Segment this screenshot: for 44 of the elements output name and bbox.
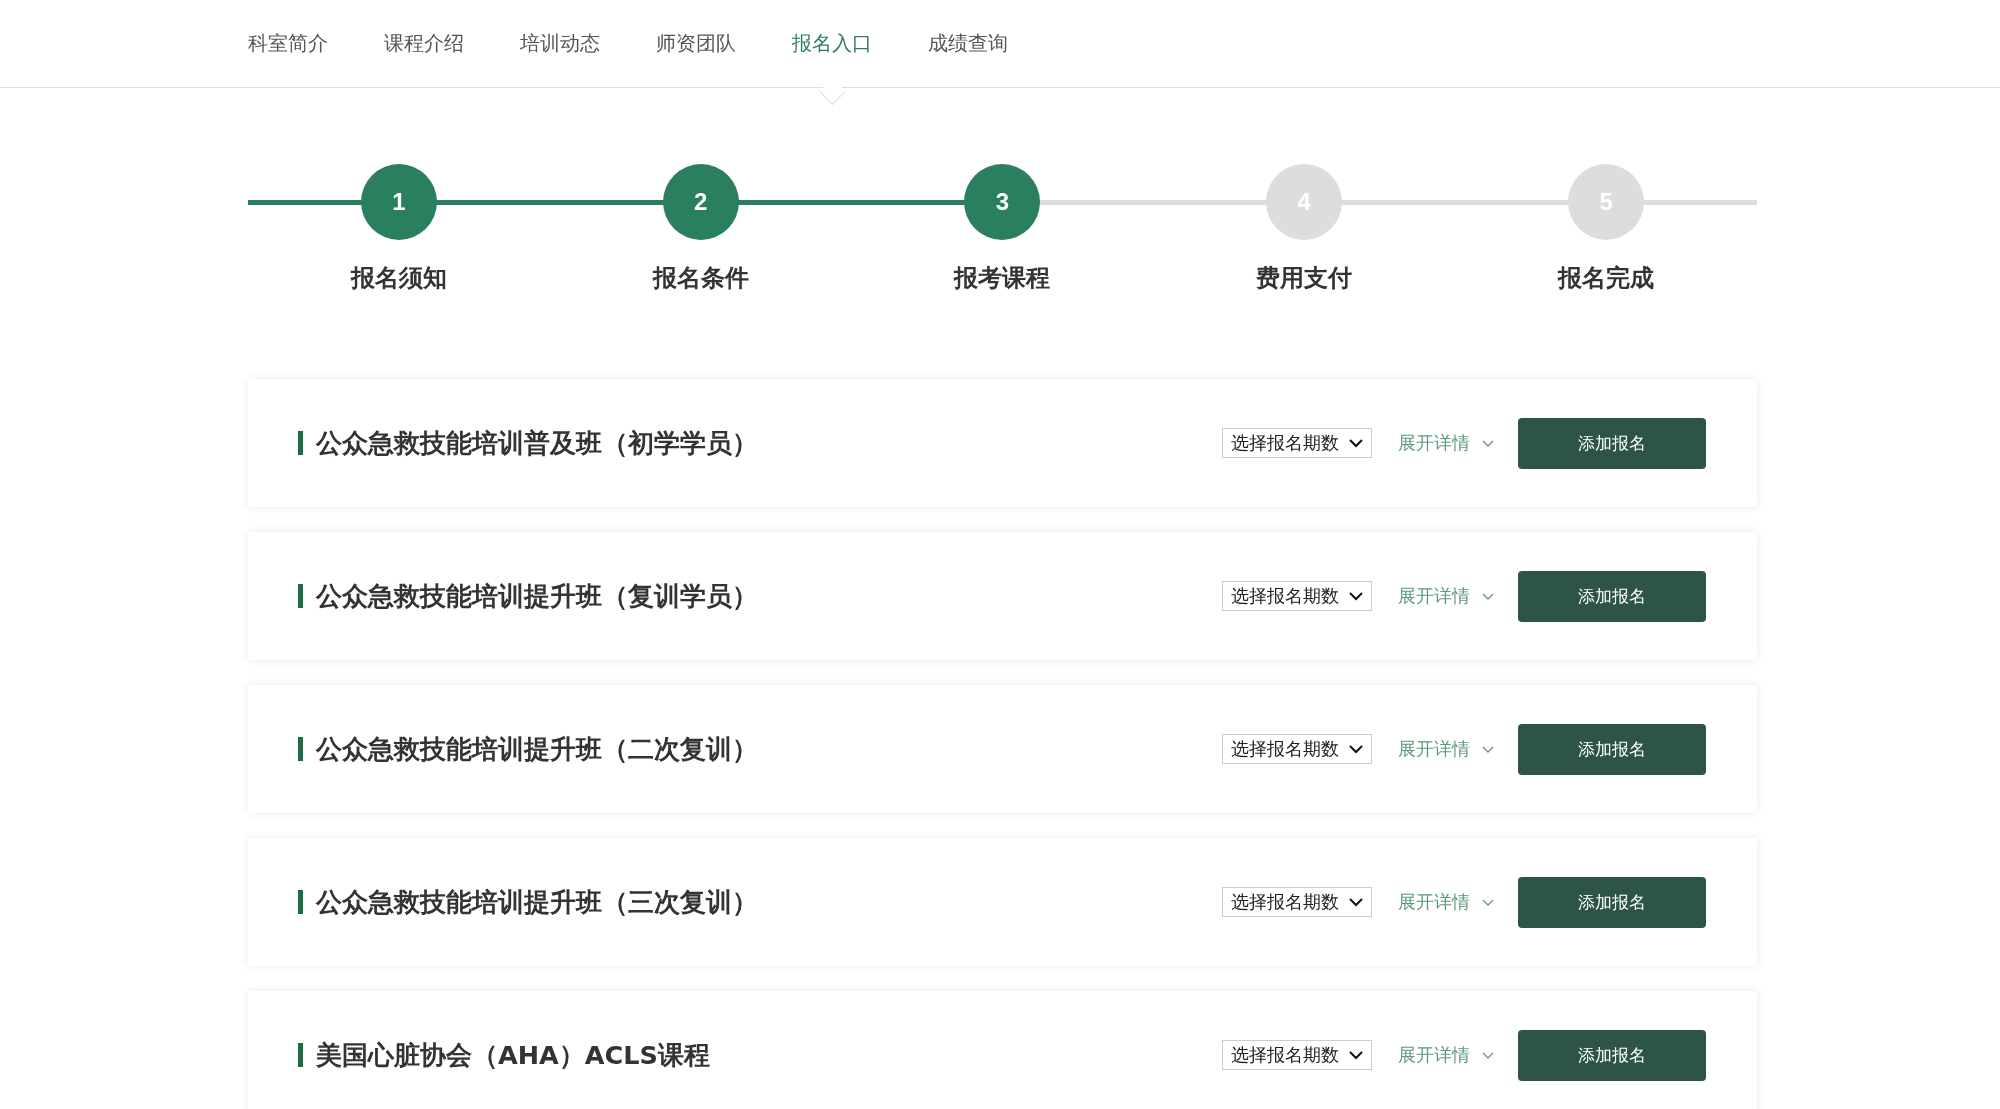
step-number: 1 (360, 164, 437, 240)
nav-tab[interactable]: 科室简介 (248, 30, 328, 57)
add-registration-button[interactable]: 添加报名 (1518, 417, 1706, 469)
nav-tab[interactable]: 报名入口 (792, 30, 872, 57)
chevron-down-icon (1482, 592, 1494, 600)
nav-tab[interactable]: 师资团队 (656, 30, 736, 57)
step-label: 报名完成 (1558, 263, 1655, 294)
nav-tab[interactable]: 成绩查询 (928, 30, 1008, 57)
add-registration-button[interactable]: 添加报名 (1518, 1029, 1706, 1081)
step-label: 费用支付 (1256, 263, 1353, 294)
title-accent-bar (298, 1043, 303, 1067)
step-label: 报名须知 (350, 263, 447, 294)
chevron-down-icon (1482, 439, 1494, 447)
period-select[interactable]: 选择报名期数 (1222, 887, 1372, 917)
title-accent-bar (298, 431, 303, 455)
chevron-down-icon (1482, 898, 1494, 906)
title-accent-bar (298, 737, 303, 761)
chevron-down-icon (1482, 745, 1494, 753)
chevron-down-icon (1349, 744, 1363, 754)
step-label: 报名条件 (652, 263, 749, 294)
title-accent-bar (298, 890, 303, 914)
period-select[interactable]: 选择报名期数 (1222, 581, 1372, 611)
step-label: 报考课程 (954, 263, 1051, 294)
course-title: 美国心脏协会（AHA）ACLS课程 (316, 1038, 711, 1072)
course-title: 公众急救技能培训提升班（复训学员） (316, 579, 759, 613)
chevron-down-icon (1349, 438, 1363, 448)
period-select[interactable]: 选择报名期数 (1222, 734, 1372, 764)
step-number: 3 (964, 164, 1041, 240)
title-accent-bar (298, 584, 303, 608)
nav-tab[interactable]: 培训动态 (520, 30, 600, 57)
chevron-down-icon (1482, 1051, 1494, 1059)
course-title: 公众急救技能培训普及班（初学学员） (316, 426, 759, 460)
course-title: 公众急救技能培训提升班（三次复训） (316, 885, 759, 919)
chevron-down-icon (1349, 591, 1363, 601)
period-select[interactable]: 选择报名期数 (1222, 1040, 1372, 1070)
add-registration-button[interactable]: 添加报名 (1518, 723, 1706, 775)
nav-tab[interactable]: 课程介绍 (384, 30, 464, 57)
step-number: 2 (662, 164, 739, 240)
add-registration-button[interactable]: 添加报名 (1518, 570, 1706, 622)
period-select[interactable]: 选择报名期数 (1222, 428, 1372, 458)
chevron-down-icon (1349, 897, 1363, 907)
add-registration-button[interactable]: 添加报名 (1518, 876, 1706, 928)
chevron-down-icon (1349, 1050, 1363, 1060)
course-title: 公众急救技能培训提升班（二次复训） (316, 732, 759, 766)
